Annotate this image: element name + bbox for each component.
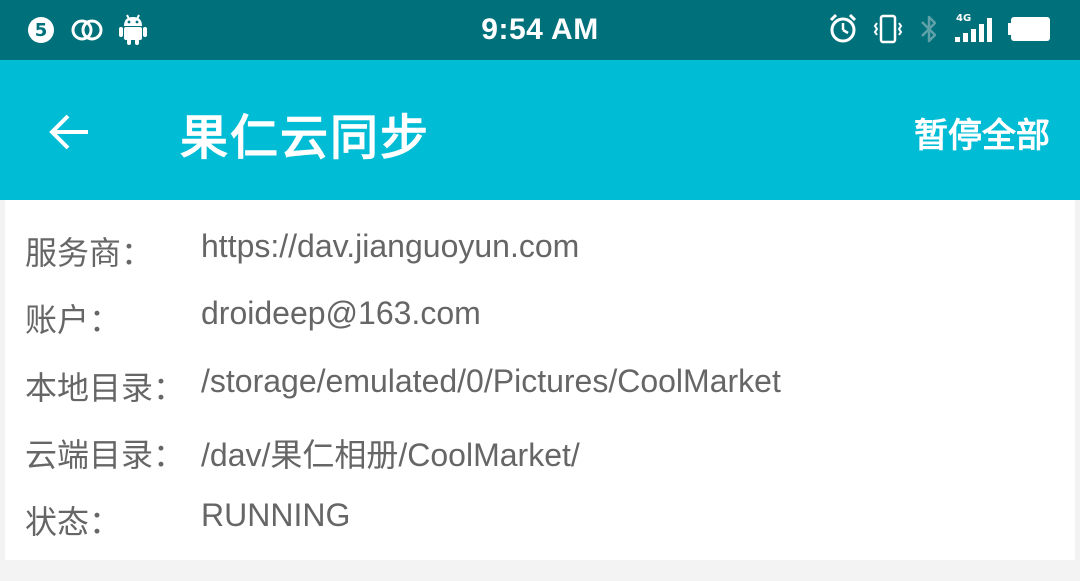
- detail-value: /storage/emulated/0/Pictures/CoolMarket: [201, 363, 781, 399]
- detail-label: 云端目录：: [25, 437, 186, 473]
- back-arrow-icon: [48, 110, 92, 154]
- app-bar: 果仁云同步 暂停全部: [0, 60, 1080, 200]
- pause-all-button[interactable]: 暂停全部: [914, 108, 1050, 157]
- bluetooth-icon: [918, 13, 940, 45]
- back-button[interactable]: [40, 102, 100, 162]
- sync-details-card: 服务商： https://dav.jianguoyun.com 账户： droi…: [5, 200, 1075, 560]
- status-value: RUNNING: [201, 497, 351, 533]
- alarm-icon: [828, 13, 858, 45]
- status-bar: 5 9:54 AM 4G: [0, 0, 1080, 60]
- signal-icon: 4G: [954, 13, 994, 45]
- detail-label: 账户：: [25, 302, 122, 338]
- detail-value: https://dav.jianguoyun.com: [201, 228, 580, 264]
- detail-label: 服务商：: [25, 235, 154, 271]
- detail-label: 状态：: [25, 504, 122, 540]
- page-title: 果仁云同步: [180, 110, 431, 166]
- battery-icon: [1008, 13, 1050, 45]
- detail-value: /dav/果仁相册/CoolMarket/: [201, 437, 580, 473]
- vibrate-icon: [872, 13, 904, 45]
- status-bar-right: 4G: [828, 13, 1050, 45]
- detail-value: droideep@163.com: [201, 295, 481, 331]
- detail-label: 本地目录：: [25, 370, 186, 406]
